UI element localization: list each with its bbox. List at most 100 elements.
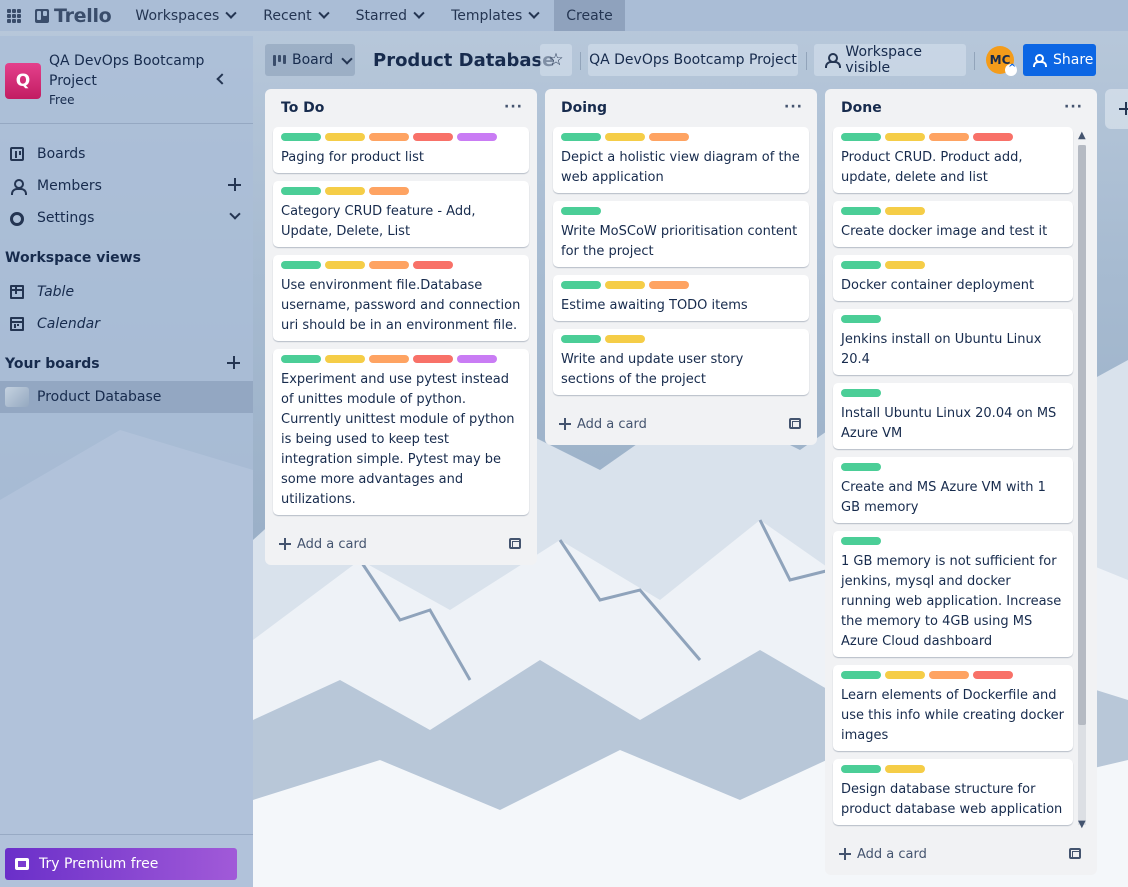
label-green[interactable]: [841, 207, 881, 215]
card[interactable]: Write and update user story sections of …: [553, 329, 809, 395]
list-title[interactable]: Done: [841, 100, 882, 116]
card[interactable]: Category CRUD feature - Add, Update, Del…: [273, 181, 529, 247]
label-green[interactable]: [561, 335, 601, 343]
label-orange[interactable]: [649, 133, 689, 141]
card[interactable]: Paging for product list: [273, 127, 529, 173]
card[interactable]: Install Ubuntu Linux 20.04 on MS Azure V…: [833, 383, 1073, 449]
card-template-icon[interactable]: [1069, 848, 1081, 859]
label-yellow[interactable]: [325, 261, 365, 269]
label-yellow[interactable]: [885, 671, 925, 679]
label-green[interactable]: [841, 671, 881, 679]
card[interactable]: Write MoSCoW prioritisation content for …: [553, 201, 809, 267]
card-template-icon[interactable]: [509, 538, 521, 549]
label-orange[interactable]: [369, 187, 409, 195]
add-member-icon[interactable]: [228, 178, 241, 191]
workspaces-menu[interactable]: Workspaces: [125, 0, 245, 31]
label-yellow[interactable]: [325, 355, 365, 363]
label-green[interactable]: [281, 261, 321, 269]
collapse-sidebar-icon[interactable]: [216, 73, 228, 85]
app-switcher-icon[interactable]: [7, 8, 21, 23]
label-purple[interactable]: [457, 133, 497, 141]
card[interactable]: Experiment and use pytest instead of uni…: [273, 349, 529, 515]
list-scrollbar[interactable]: ▲ ▼: [1076, 127, 1088, 834]
try-premium-button[interactable]: Try Premium free: [5, 848, 237, 880]
label-orange[interactable]: [369, 261, 409, 269]
card[interactable]: Jenkins install on Ubuntu Linux 20.4: [833, 309, 1073, 375]
list-title[interactable]: To Do: [281, 100, 324, 116]
workspace-name[interactable]: QA DevOps Bootcamp Project: [49, 51, 209, 91]
add-list-button[interactable]: [1105, 89, 1128, 129]
list-title[interactable]: Doing: [561, 100, 607, 116]
sidebar-item-boards[interactable]: Boards: [0, 138, 253, 170]
board-title[interactable]: Product Database: [373, 50, 554, 71]
recent-menu[interactable]: Recent: [253, 0, 337, 31]
label-orange[interactable]: [369, 133, 409, 141]
label-green[interactable]: [561, 281, 601, 289]
visibility-button[interactable]: Workspace visible: [814, 44, 966, 76]
label-orange[interactable]: [369, 355, 409, 363]
card[interactable]: 1 GB memory is not sufficient for jenkin…: [833, 531, 1073, 657]
scroll-thumb[interactable]: [1078, 145, 1086, 725]
scroll-up-icon[interactable]: ▲: [1078, 130, 1086, 141]
card[interactable]: Design database structure for product da…: [833, 759, 1073, 825]
label-green[interactable]: [841, 133, 881, 141]
label-orange[interactable]: [649, 281, 689, 289]
label-red[interactable]: [413, 133, 453, 141]
card[interactable]: Create docker image and test it: [833, 201, 1073, 247]
card[interactable]: Create and MS Azure VM with 1 GB memory: [833, 457, 1073, 523]
label-red[interactable]: [413, 261, 453, 269]
add-card-button[interactable]: Add a card: [265, 523, 537, 565]
label-orange[interactable]: [929, 671, 969, 679]
card[interactable]: Docker container deployment: [833, 255, 1073, 301]
sidebar-item-calendar[interactable]: Calendar: [0, 308, 253, 340]
card-template-icon[interactable]: [789, 418, 801, 429]
card[interactable]: Estime awaiting TODO items: [553, 275, 809, 321]
add-board-icon[interactable]: [227, 356, 240, 369]
label-purple[interactable]: [457, 355, 497, 363]
label-green[interactable]: [841, 765, 881, 773]
list-menu-icon[interactable]: ···: [504, 99, 523, 115]
starred-menu[interactable]: Starred: [346, 0, 433, 31]
card[interactable]: Use environment file.Database username, …: [273, 255, 529, 341]
create-button[interactable]: Create: [554, 0, 625, 31]
sidebar-item-settings[interactable]: Settings: [0, 202, 253, 234]
label-green[interactable]: [841, 315, 881, 323]
label-green[interactable]: [841, 537, 881, 545]
sidebar-board-product-database[interactable]: Product Database: [0, 381, 253, 413]
star-board-button[interactable]: ☆: [540, 44, 572, 76]
label-yellow[interactable]: [885, 261, 925, 269]
label-green[interactable]: [841, 389, 881, 397]
label-yellow[interactable]: [885, 133, 925, 141]
label-green[interactable]: [841, 261, 881, 269]
label-green[interactable]: [841, 463, 881, 471]
label-yellow[interactable]: [605, 133, 645, 141]
workspace-button[interactable]: QA DevOps Bootcamp Project: [588, 44, 798, 76]
label-orange[interactable]: [929, 133, 969, 141]
card[interactable]: Depict a holistic view diagram of the we…: [553, 127, 809, 193]
label-yellow[interactable]: [885, 207, 925, 215]
add-card-button[interactable]: Add a card: [825, 833, 1097, 875]
label-green[interactable]: [281, 133, 321, 141]
card[interactable]: Product CRUD. Product add, update, delet…: [833, 127, 1073, 193]
share-button[interactable]: Share: [1023, 44, 1096, 76]
label-red[interactable]: [973, 671, 1013, 679]
label-red[interactable]: [973, 133, 1013, 141]
label-yellow[interactable]: [605, 335, 645, 343]
sidebar-item-table[interactable]: Table: [0, 276, 253, 308]
label-red[interactable]: [413, 355, 453, 363]
trello-logo[interactable]: Trello: [35, 5, 112, 27]
label-yellow[interactable]: [605, 281, 645, 289]
label-green[interactable]: [561, 207, 601, 215]
label-yellow[interactable]: [325, 187, 365, 195]
label-yellow[interactable]: [325, 133, 365, 141]
templates-menu[interactable]: Templates: [441, 0, 548, 31]
list-menu-icon[interactable]: ···: [784, 99, 803, 115]
label-green[interactable]: [281, 355, 321, 363]
label-green[interactable]: [281, 187, 321, 195]
card[interactable]: Learn elements of Dockerfile and use thi…: [833, 665, 1073, 751]
label-green[interactable]: [561, 133, 601, 141]
board-view-switcher[interactable]: Board: [265, 44, 355, 76]
sidebar-item-members[interactable]: Members: [0, 170, 253, 202]
add-card-button[interactable]: Add a card: [545, 403, 817, 445]
scroll-down-icon[interactable]: ▼: [1078, 819, 1086, 830]
